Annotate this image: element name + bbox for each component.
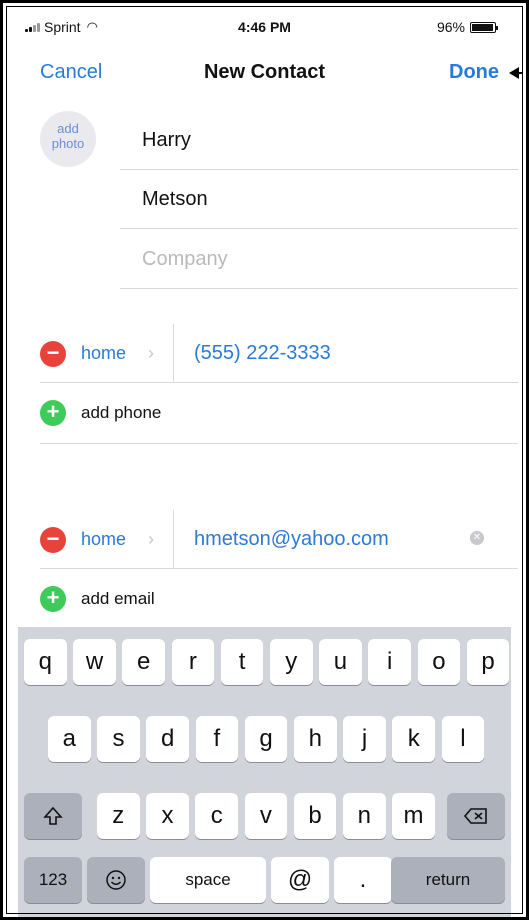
shift-key[interactable] [24,793,82,839]
key-y[interactable]: y [270,639,313,685]
key-q[interactable]: q [24,639,67,685]
battery-icon [470,21,498,33]
add-phone-row[interactable]: + add phone [40,385,518,444]
emoji-icon [106,870,126,890]
return-key[interactable]: return [391,857,505,903]
done-button[interactable]: Done [449,61,499,84]
email-field[interactable]: hmetson@yahoo.com [194,510,389,569]
key-j[interactable]: j [343,716,386,762]
key-t[interactable]: t [220,639,264,685]
key-a[interactable]: a [48,716,91,762]
key-w[interactable]: w [73,639,116,685]
key-c[interactable]: c [195,793,238,839]
at-key[interactable]: @ [271,857,329,903]
status-right: 96% [436,19,498,35]
key-k[interactable]: k [392,716,435,762]
last-name-field[interactable]: Metson [120,170,518,229]
key-x[interactable]: x [146,793,189,839]
clear-icon[interactable]: ✕ [470,531,484,545]
key-z[interactable]: z [97,793,140,839]
key-e[interactable]: e [122,639,165,685]
add-email-label: add email [81,589,155,608]
first-name-field[interactable]: Harry [120,111,518,170]
chevron-right-icon: › [148,343,154,363]
key-s[interactable]: s [97,716,140,762]
space-key[interactable]: space [150,857,266,903]
key-b[interactable]: b [293,793,337,839]
divider [173,324,174,383]
phone-row: − home › (555) 222-3333 [40,324,518,383]
shift-icon [43,806,63,825]
add-phone-label: add phone [81,403,162,422]
numbers-key[interactable]: 123 [24,857,82,903]
email-type-label[interactable]: home [81,510,126,569]
key-v[interactable]: v [244,793,288,839]
key-p[interactable]: p [466,639,510,685]
key-f[interactable]: f [195,716,239,762]
emoji-key[interactable] [87,857,145,903]
phone-type-label[interactable]: home [81,324,126,383]
page-title: New Contact [203,61,326,83]
company-field[interactable]: Company [120,230,518,289]
status-bar: Sprint ◠ 4:46 PM 96% [3,15,526,37]
key-d[interactable]: d [146,716,189,762]
remove-phone-icon[interactable]: − [40,341,66,367]
keyboard: 123 space @ . return qwertyuiop asdfghjkl… [18,627,511,917]
add-photo-button[interactable]: add photo [40,111,96,167]
key-l[interactable]: l [441,716,485,762]
key-h[interactable]: h [294,716,337,762]
dot-key[interactable]: . [334,857,392,903]
email-row: − home › hmetson@yahoo.com ✕ [40,510,518,569]
key-g[interactable]: g [244,716,288,762]
add-phone-icon[interactable]: + [40,400,66,426]
key-u[interactable]: u [319,639,362,685]
key-i[interactable]: i [368,639,411,685]
phone-screen: Sprint ◠ 4:46 PM 96% Cancel New Contact … [0,0,529,920]
chevron-right-icon: › [148,529,154,549]
phone-number-field[interactable]: (555) 222-3333 [194,324,331,383]
arrow-pointer-icon [509,67,523,79]
delete-key[interactable] [447,793,505,839]
key-r[interactable]: r [171,639,215,685]
remove-email-icon[interactable]: − [40,527,66,553]
navigation-bar: Cancel New Contact Done [3,55,526,91]
add-email-icon[interactable]: + [40,586,66,612]
key-n[interactable]: n [343,793,386,839]
battery-percent: 96% [436,19,465,35]
key-m[interactable]: m [392,793,435,839]
add-email-row[interactable]: + add email [40,571,518,630]
delete-icon [463,808,487,824]
divider [173,510,174,569]
key-o[interactable]: o [417,639,461,685]
